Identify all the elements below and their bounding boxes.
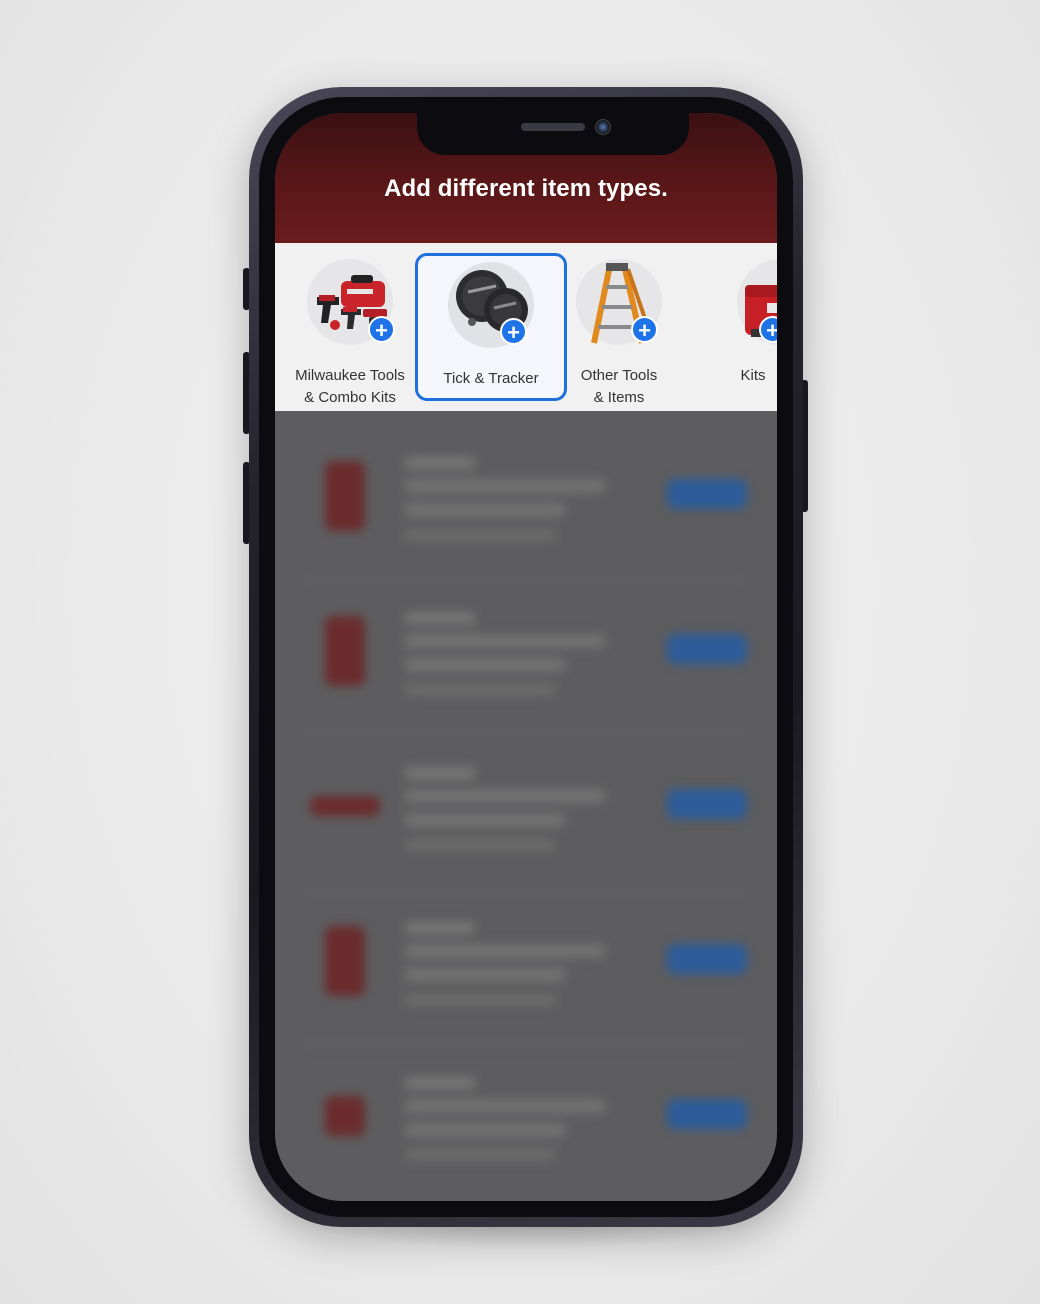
phone-screen: Add different item types. + Milwaukee To… xyxy=(275,113,777,1201)
list-item xyxy=(275,896,777,1046)
list-item xyxy=(275,431,777,581)
plus-icon[interactable]: + xyxy=(368,316,395,343)
card-label: Tick & Tracker xyxy=(443,370,539,387)
list-item xyxy=(275,586,777,736)
item-type-milwaukee-tools[interactable]: + Milwaukee Tools & Combo Kits xyxy=(281,253,419,406)
device-mockup: Add different item types. + Milwaukee To… xyxy=(0,0,1040,1304)
list-item xyxy=(275,1051,777,1201)
item-type-tick-tracker[interactable]: + Tick & Tracker xyxy=(415,253,567,401)
plus-icon[interactable]: + xyxy=(631,316,658,343)
item-type-kits[interactable]: + Kits xyxy=(693,253,777,401)
plus-icon[interactable]: + xyxy=(500,318,527,345)
front-camera-icon xyxy=(595,119,611,135)
list-item xyxy=(275,741,777,891)
item-type-carousel[interactable]: + Milwaukee Tools & Combo Kits + Tick & … xyxy=(275,243,777,411)
card-label: Other Tools & Items xyxy=(580,367,658,406)
notch xyxy=(417,113,689,155)
item-type-other-tools[interactable]: + Other Tools & Items xyxy=(557,253,681,406)
phone-frame: Add different item types. + Milwaukee To… xyxy=(249,87,803,1227)
page-title: Add different item types. xyxy=(384,175,668,202)
item-list-blurred xyxy=(275,411,777,1201)
card-label: Milwaukee Tools & Combo Kits xyxy=(295,367,405,406)
card-label: Kits xyxy=(740,367,766,384)
speaker-grille xyxy=(521,123,585,131)
